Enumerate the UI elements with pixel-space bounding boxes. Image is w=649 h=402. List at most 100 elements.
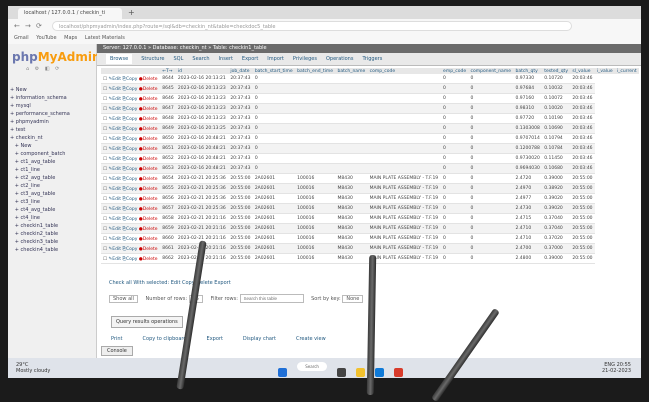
delete-button[interactable]: ●Delete xyxy=(139,237,158,242)
tab-privileges[interactable]: Privileges xyxy=(293,56,317,62)
copy-button[interactable]: ⎘Copy xyxy=(122,77,138,82)
column-header[interactable]: job_date xyxy=(228,68,253,74)
edit-button[interactable]: ✎Edit xyxy=(108,257,122,262)
delete-button[interactable]: ●Delete xyxy=(139,207,158,212)
tree-item[interactable]: + ct2_line xyxy=(10,182,94,190)
column-header[interactable]: i_current xyxy=(614,68,639,74)
copy-button[interactable]: ⎘Copy xyxy=(122,177,138,182)
column-header[interactable]: i_value xyxy=(594,68,615,74)
tree-item[interactable]: + ct1_avg_table xyxy=(10,158,94,166)
edit-button[interactable]: ✎Edit xyxy=(108,187,122,192)
column-header[interactable]: batch_end_time xyxy=(295,68,336,74)
breadcrumb[interactable]: Server: 127.0.0.1 » Database: checkin_nt… xyxy=(97,44,641,53)
tree-item[interactable]: + ct2_avg_table xyxy=(10,174,94,182)
copy-button[interactable]: ⎘Copy xyxy=(122,107,138,112)
browser-tab[interactable]: localhost / 127.0.0.1 / checkin_ti xyxy=(18,8,122,19)
tab-export[interactable]: Export xyxy=(242,56,258,62)
copy-button[interactable]: ⎘Copy xyxy=(122,257,138,262)
copy-button[interactable]: ⎘Copy xyxy=(122,237,138,242)
copy-button[interactable]: ⎘Copy xyxy=(122,247,138,252)
tab-structure[interactable]: Structure xyxy=(141,56,164,62)
tree-item[interactable]: + checkin3_table xyxy=(10,238,94,246)
nav-icons[interactable]: ⌂ ⚙ ◧ ⟳ xyxy=(26,66,61,72)
edit-button[interactable]: ✎Edit xyxy=(108,207,122,212)
reload-icon[interactable]: ⟳ xyxy=(36,22,42,30)
copy-button[interactable]: ⎘Copy xyxy=(122,117,138,122)
edit-button[interactable]: ✎Edit xyxy=(108,227,122,232)
weather-widget[interactable]: 29°C Mostly cloudy xyxy=(16,362,50,374)
delete-button[interactable]: ●Delete xyxy=(139,117,158,122)
copy-button[interactable]: ⎘Copy xyxy=(122,187,138,192)
url-input[interactable]: localhost/phpmyadmin/index.php?route=/sq… xyxy=(52,21,572,31)
tree-item[interactable]: + ct3_line xyxy=(10,198,94,206)
delete-button[interactable]: ●Delete xyxy=(139,177,158,182)
tree-item[interactable]: + checkin1_table xyxy=(10,222,94,230)
bulk-actions[interactable]: Check all With selected: Edit Copy Delet… xyxy=(109,280,231,286)
op-display-chart[interactable]: Display chart xyxy=(243,336,276,342)
new-tab-icon[interactable]: + xyxy=(128,8,135,17)
tree-item[interactable]: + information_schema xyxy=(10,94,94,102)
column-header[interactable]: batch_qty xyxy=(513,68,543,74)
tab-browse[interactable]: Browse xyxy=(106,54,133,64)
tree-item[interactable]: + ct4_line xyxy=(10,214,94,222)
edit-button[interactable]: ✎Edit xyxy=(108,167,122,172)
taskbar-search[interactable]: Search xyxy=(297,362,328,371)
delete-button[interactable]: ●Delete xyxy=(139,147,158,152)
delete-button[interactable]: ●Delete xyxy=(139,157,158,162)
copy-button[interactable]: ⎘Copy xyxy=(122,157,138,162)
tab-import[interactable]: Import xyxy=(267,56,284,62)
tab-triggers[interactable]: Triggers xyxy=(362,56,382,62)
copy-button[interactable]: ⎘Copy xyxy=(122,127,138,132)
column-header[interactable]: batch_start_time xyxy=(252,68,296,74)
forward-icon[interactable]: → xyxy=(25,22,31,30)
column-header[interactable]: tested_qty xyxy=(542,68,571,74)
tab-operations[interactable]: Operations xyxy=(326,56,354,62)
bookmark-item[interactable]: Gmail xyxy=(14,35,29,41)
column-header[interactable]: emp_code xyxy=(441,68,469,74)
edit-button[interactable]: ✎Edit xyxy=(108,77,122,82)
bookmark-item[interactable]: Latest Materials xyxy=(85,35,125,41)
bookmark-item[interactable]: Maps xyxy=(64,35,77,41)
copy-button[interactable]: ⎘Copy xyxy=(122,167,138,172)
copy-button[interactable]: ⎘Copy xyxy=(122,207,138,212)
edit-button[interactable]: ✎Edit xyxy=(108,147,122,152)
column-header[interactable]: batch_name xyxy=(335,68,368,74)
edge-icon[interactable] xyxy=(375,368,385,377)
edit-button[interactable]: ✎Edit xyxy=(108,97,122,102)
edit-button[interactable]: ✎Edit xyxy=(108,137,122,142)
tree-item[interactable]: + checkin4_table xyxy=(10,246,94,254)
bookmark-item[interactable]: YouTube xyxy=(36,35,56,41)
edit-button[interactable]: ✎Edit xyxy=(108,217,122,222)
delete-button[interactable]: ●Delete xyxy=(139,97,158,102)
delete-button[interactable]: ●Delete xyxy=(139,247,158,252)
tree-item[interactable]: + checkin_nt xyxy=(10,134,94,142)
edit-button[interactable]: ✎Edit xyxy=(108,177,122,182)
tree-item[interactable]: + New xyxy=(10,86,94,94)
edit-button[interactable]: ✎Edit xyxy=(108,237,122,242)
delete-button[interactable]: ●Delete xyxy=(139,187,158,192)
edit-button[interactable]: ✎Edit xyxy=(108,127,122,132)
delete-button[interactable]: ●Delete xyxy=(139,167,158,172)
delete-button[interactable]: ●Delete xyxy=(139,77,158,82)
copy-button[interactable]: ⎘Copy xyxy=(122,227,138,232)
file-explorer-icon[interactable] xyxy=(356,368,366,377)
edit-button[interactable]: ✎Edit xyxy=(108,157,122,162)
copy-button[interactable]: ⎘Copy xyxy=(122,137,138,142)
delete-button[interactable]: ●Delete xyxy=(139,137,158,142)
copy-button[interactable]: ⎘Copy xyxy=(122,147,138,152)
delete-button[interactable]: ●Delete xyxy=(139,257,158,262)
delete-button[interactable]: ●Delete xyxy=(139,227,158,232)
copy-button[interactable]: ⎘Copy xyxy=(122,217,138,222)
show-all-checkbox[interactable]: Show all xyxy=(109,295,138,303)
phpmyadmin-logo[interactable]: phpMyAdmin xyxy=(12,50,101,64)
edit-button[interactable]: ✎Edit xyxy=(108,87,122,92)
sort-select[interactable]: None xyxy=(342,295,364,303)
delete-button[interactable]: ●Delete xyxy=(139,127,158,132)
column-header[interactable]: component_name xyxy=(468,68,514,74)
copy-button[interactable]: ⎘Copy xyxy=(122,97,138,102)
tree-item[interactable]: + component_batch xyxy=(10,150,94,158)
op-copy-to-clipboard[interactable]: Copy to clipboard xyxy=(143,336,187,342)
system-tray[interactable]: ENG 20:55 21-02-2023 xyxy=(602,362,631,374)
op-print[interactable]: Print xyxy=(111,336,123,342)
tree-item[interactable]: + ct1_line xyxy=(10,166,94,174)
